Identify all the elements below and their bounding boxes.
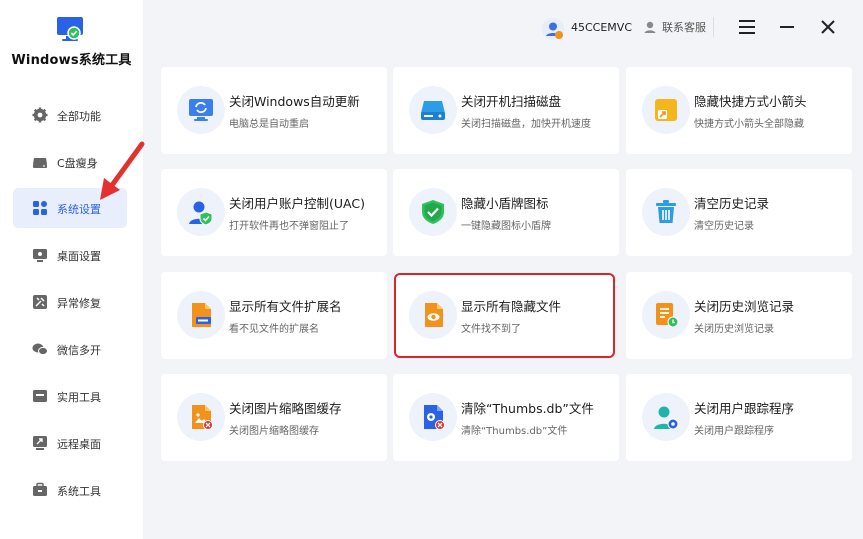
monitor-icon bbox=[33, 249, 47, 262]
sidebar-item-label: C盘瘦身 bbox=[57, 157, 98, 170]
card-desc: 关闭历史浏览记录 bbox=[694, 324, 774, 335]
sidebar-item-label: 远程桌面 bbox=[57, 438, 101, 451]
card-icon-bg bbox=[409, 291, 457, 339]
card-icon-bg bbox=[642, 188, 690, 236]
card-desc: 电脑总是自动重启 bbox=[229, 119, 309, 130]
card-icon-bg bbox=[409, 188, 457, 236]
card-icon-bg bbox=[642, 86, 690, 134]
card-title: 关闭Windows自动更新 bbox=[229, 94, 360, 109]
user-track-icon bbox=[654, 406, 679, 430]
contact-service-button[interactable]: 联系客服 bbox=[643, 18, 706, 36]
card-show-file-extensions[interactable]: 显示所有文件扩展名 看不见文件的扩展名 bbox=[161, 272, 387, 359]
card-title: 隐藏快捷方式小箭头 bbox=[694, 94, 807, 109]
file-eye-icon bbox=[425, 303, 443, 327]
card-icon-bg bbox=[177, 86, 225, 134]
remote-desktop-icon bbox=[33, 436, 47, 450]
shortcut-arrow-icon bbox=[655, 99, 677, 121]
card-desc: 关闭扫描磁盘，加快开机速度 bbox=[461, 119, 591, 130]
gear-icon bbox=[32, 107, 48, 123]
card-title: 显示所有隐藏文件 bbox=[461, 299, 562, 314]
card-title: 关闭开机扫描磁盘 bbox=[461, 94, 562, 109]
sidebar: Windows系统工具 全部功能 C盘瘦身 系统设置 桌面设置 异常修复 微信多… bbox=[0, 0, 143, 539]
card-disable-browse-history[interactable]: 关闭历史浏览记录 关闭历史浏览记录 bbox=[626, 272, 852, 359]
card-disable-uac[interactable]: 关闭用户账户控制(UAC) 打开软件再也不弹窗阻止了 bbox=[161, 169, 387, 256]
briefcase-icon bbox=[33, 482, 47, 496]
card-disable-boot-disk-scan[interactable]: 关闭开机扫描磁盘 关闭扫描磁盘，加快开机速度 bbox=[393, 67, 619, 154]
sidebar-item-label: 系统工具 bbox=[57, 485, 101, 498]
card-disable-windows-update[interactable]: 关闭Windows自动更新 电脑总是自动重启 bbox=[161, 67, 387, 154]
close-icon[interactable] bbox=[820, 19, 836, 35]
card-title: 关闭用户跟踪程序 bbox=[694, 401, 795, 416]
card-icon-bg bbox=[177, 291, 225, 339]
sidebar-item-desktop-settings[interactable]: 桌面设置 bbox=[13, 235, 127, 275]
card-desc: 关闭图片缩略图缓存 bbox=[229, 426, 319, 437]
card-title: 清空历史记录 bbox=[694, 196, 770, 211]
disk-icon bbox=[421, 101, 445, 120]
card-icon-bg bbox=[177, 393, 225, 441]
sidebar-item-label: 微信多开 bbox=[57, 344, 101, 357]
card-disable-user-tracking[interactable]: 关闭用户跟踪程序 关闭用户跟踪程序 bbox=[626, 374, 852, 461]
file-extension-icon bbox=[192, 303, 211, 327]
card-hide-shortcut-arrow[interactable]: 隐藏快捷方式小箭头 快捷方式小箭头全部隐藏 bbox=[626, 67, 852, 154]
doc-history-icon bbox=[656, 303, 679, 328]
chat-icon bbox=[32, 343, 48, 356]
drive-icon bbox=[33, 158, 47, 168]
file-gear-icon bbox=[424, 405, 445, 430]
grid-icon bbox=[33, 201, 47, 215]
card-title: 关闭用户账户控制(UAC) bbox=[229, 196, 365, 211]
card-title: 隐藏小盾牌图标 bbox=[461, 196, 549, 211]
user-shield-icon bbox=[189, 201, 213, 226]
app-logo-icon bbox=[57, 17, 83, 41]
repair-icon bbox=[33, 295, 47, 309]
card-title: 显示所有文件扩展名 bbox=[229, 299, 342, 314]
shield-check-icon bbox=[422, 200, 444, 224]
headset-icon bbox=[644, 21, 656, 33]
card-desc: 一键隐藏图标小盾牌 bbox=[461, 221, 551, 232]
card-icon-bg bbox=[642, 393, 690, 441]
card-desc: 关闭用户跟踪程序 bbox=[694, 426, 774, 437]
sidebar-item-label: 全部功能 bbox=[57, 110, 101, 123]
image-cache-icon bbox=[192, 405, 213, 430]
card-title: 关闭历史浏览记录 bbox=[694, 299, 795, 314]
card-desc: 清空历史记录 bbox=[694, 221, 754, 232]
sidebar-item-repair[interactable]: 异常修复 bbox=[13, 282, 127, 322]
card-desc: 看不见文件的扩展名 bbox=[229, 324, 319, 335]
card-clear-history[interactable]: 清空历史记录 清空历史记录 bbox=[626, 169, 852, 256]
topbar-divider bbox=[713, 17, 714, 37]
card-show-hidden-files[interactable]: 显示所有隐藏文件 文件找不到了 bbox=[394, 273, 615, 358]
card-icon-bg bbox=[409, 393, 457, 441]
sidebar-item-wechat-multi[interactable]: 微信多开 bbox=[13, 329, 127, 369]
card-clear-thumbs-db[interactable]: 清除“Thumbs.db”文件 清除“Thumbs.db”文件 bbox=[393, 374, 619, 461]
sidebar-item-all-features[interactable]: 全部功能 bbox=[13, 95, 127, 135]
minimize-button[interactable] bbox=[780, 26, 794, 28]
card-icon-bg bbox=[409, 86, 457, 134]
sidebar-item-label: 系统设置 bbox=[57, 203, 101, 216]
card-desc: 清除“Thumbs.db”文件 bbox=[461, 426, 568, 437]
refresh-monitor-icon bbox=[189, 99, 213, 121]
card-desc: 快捷方式小箭头全部隐藏 bbox=[694, 119, 804, 130]
top-bar: 45CCEMVC 联系客服 bbox=[143, 0, 863, 56]
card-title: 清除“Thumbs.db”文件 bbox=[461, 401, 594, 416]
menu-icon[interactable] bbox=[738, 18, 756, 36]
sidebar-item-label: 桌面设置 bbox=[57, 250, 101, 263]
user-avatar[interactable] bbox=[541, 17, 565, 41]
card-desc: 打开软件再也不弹窗阻止了 bbox=[229, 221, 349, 232]
pointer-arrow-icon bbox=[100, 141, 145, 200]
card-hide-shield-icon[interactable]: 隐藏小盾牌图标 一键隐藏图标小盾牌 bbox=[393, 169, 619, 256]
sidebar-item-label: 异常修复 bbox=[57, 297, 101, 310]
contact-service-label: 联系客服 bbox=[662, 21, 706, 34]
trash-icon bbox=[656, 200, 676, 223]
sidebar-item-utilities[interactable]: 实用工具 bbox=[13, 376, 127, 416]
user-name[interactable]: 45CCEMVC bbox=[571, 21, 632, 34]
sidebar-item-system-tools[interactable]: 系统工具 bbox=[13, 470, 127, 510]
sidebar-item-label: 实用工具 bbox=[57, 391, 101, 404]
card-title: 关闭图片缩略图缓存 bbox=[229, 401, 342, 416]
card-desc: 文件找不到了 bbox=[461, 324, 521, 335]
toolbox-icon bbox=[33, 390, 47, 402]
card-disable-thumbnail-cache[interactable]: 关闭图片缩略图缓存 关闭图片缩略图缓存 bbox=[161, 374, 387, 461]
card-icon-bg bbox=[177, 188, 225, 236]
card-icon-bg bbox=[642, 291, 690, 339]
app-title: Windows系统工具 bbox=[11, 53, 132, 68]
sidebar-item-remote-desktop[interactable]: 远程桌面 bbox=[13, 423, 127, 463]
